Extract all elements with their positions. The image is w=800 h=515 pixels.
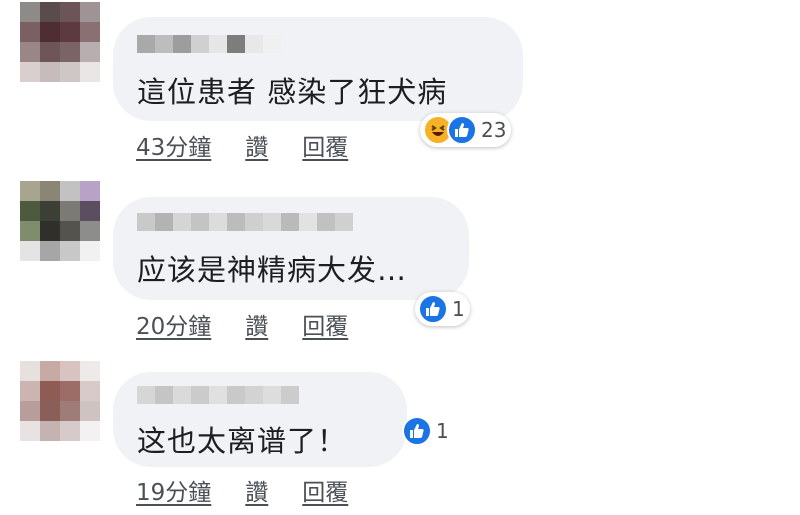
- reply-button[interactable]: 回覆: [302, 473, 348, 507]
- comment-actions: 19分鐘 讚 回覆: [136, 473, 348, 507]
- blurred-username[interactable]: [137, 386, 299, 404]
- comment-actions: 20分鐘 讚 回覆: [136, 307, 348, 341]
- avatar[interactable]: [20, 181, 100, 261]
- comment-bubble: 这也太离谱了！: [113, 372, 407, 467]
- reaction-count: 1: [436, 419, 449, 443]
- timestamp-link[interactable]: 19分鐘: [136, 473, 211, 507]
- reaction-summary[interactable]: 1: [399, 414, 454, 448]
- comment-text: 应该是神精病大发…: [137, 253, 408, 287]
- timestamp-link[interactable]: 43分鐘: [136, 128, 211, 162]
- like-button[interactable]: 讚: [245, 307, 268, 341]
- reaction-summary[interactable]: 23: [420, 113, 512, 147]
- reply-button[interactable]: 回覆: [302, 128, 348, 162]
- reaction-count: 23: [481, 118, 507, 142]
- reaction-summary[interactable]: 1: [415, 292, 470, 326]
- avatar[interactable]: [20, 2, 100, 82]
- comment-actions: 43分鐘 讚 回覆: [136, 128, 348, 162]
- timestamp-link[interactable]: 20分鐘: [136, 307, 211, 341]
- comment-bubble: 应该是神精病大发…: [113, 197, 469, 300]
- comment-text: 這位患者 感染了狂犬病: [137, 75, 448, 109]
- reaction-count: 1: [452, 297, 465, 321]
- comment-text: 这也太离谱了！: [137, 424, 348, 458]
- like-icon: [402, 416, 432, 446]
- blurred-username[interactable]: [137, 35, 281, 53]
- like-button[interactable]: 讚: [245, 473, 268, 507]
- like-icon: [447, 115, 477, 145]
- avatar[interactable]: [20, 361, 100, 441]
- blurred-username[interactable]: [137, 213, 353, 231]
- comment-bubble: 這位患者 感染了狂犬病: [113, 17, 523, 121]
- like-icon: [418, 294, 448, 324]
- like-button[interactable]: 讚: [245, 128, 268, 162]
- reply-button[interactable]: 回覆: [302, 307, 348, 341]
